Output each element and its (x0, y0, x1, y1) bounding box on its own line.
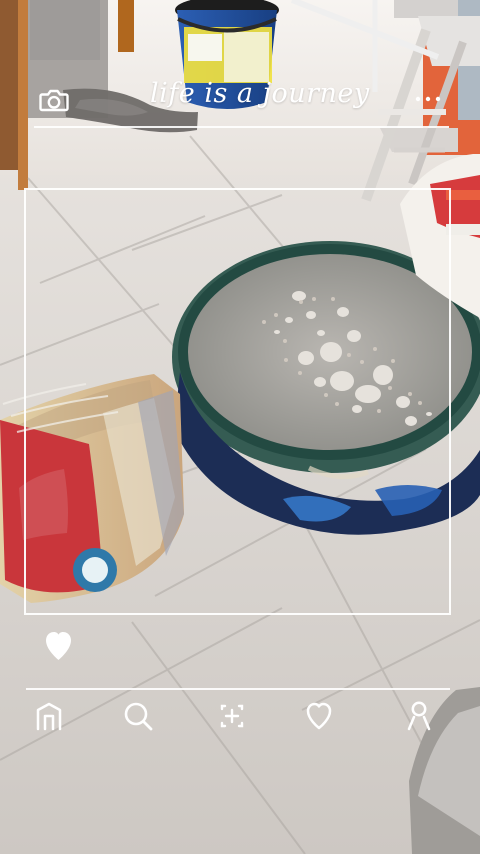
heart-filled-icon (46, 632, 71, 660)
camera-button[interactable] (38, 86, 70, 114)
search-icon (124, 702, 153, 731)
nav-profile-button[interactable] (401, 698, 437, 734)
nav-search-button[interactable] (120, 698, 156, 734)
add-icon (220, 704, 244, 728)
heart-icon (306, 702, 332, 730)
nav-home-button[interactable] (31, 698, 67, 734)
app-title: life is a journey (150, 78, 370, 109)
more-button[interactable] (410, 86, 446, 112)
header-divider (34, 126, 449, 128)
like-button[interactable] (43, 629, 74, 662)
bottom-navigation (0, 696, 480, 736)
top-bar: life is a journey (0, 72, 480, 128)
more-icon (415, 96, 441, 102)
profile-icon (407, 701, 431, 731)
nav-add-button[interactable] (214, 698, 250, 734)
photo-frame (24, 188, 451, 615)
bottom-divider (26, 688, 450, 690)
camera-icon (39, 89, 69, 112)
nav-heart-button[interactable] (301, 698, 337, 734)
home-icon (36, 702, 62, 731)
